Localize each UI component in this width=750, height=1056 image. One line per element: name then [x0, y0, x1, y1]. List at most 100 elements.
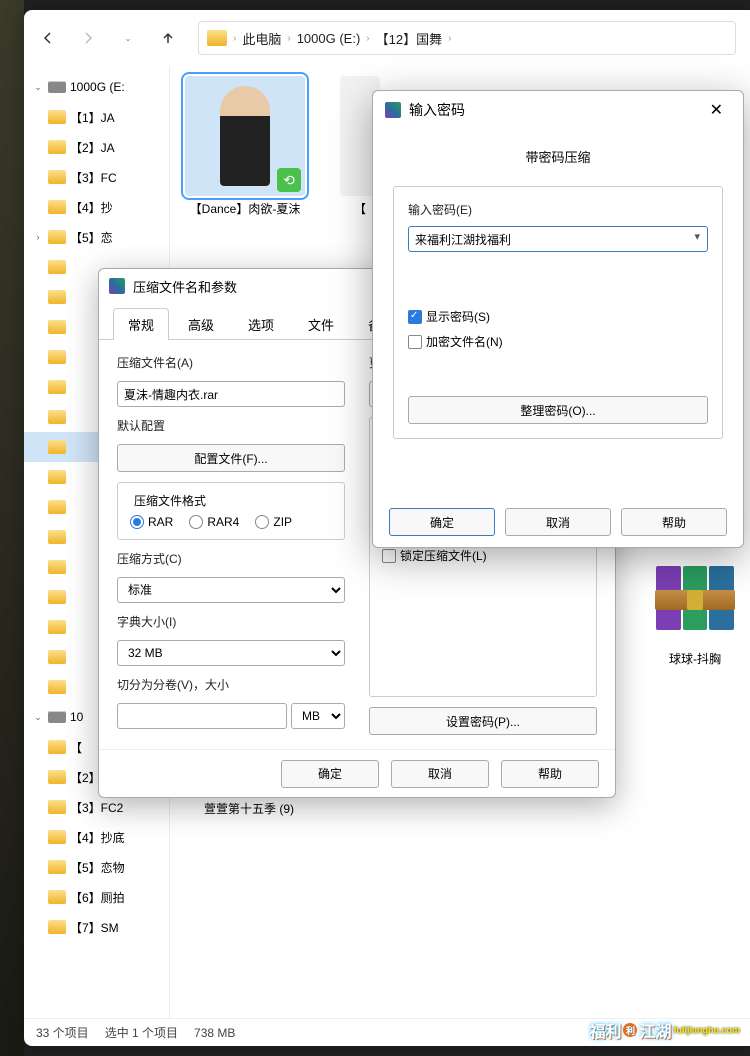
file-item[interactable]: ⟲ 【Dance】肉欲-夏沫 — [180, 76, 310, 217]
split-size-input[interactable] — [117, 703, 287, 729]
folder-icon — [48, 260, 66, 274]
forward-button[interactable] — [78, 28, 98, 48]
ok-button[interactable]: 确定 — [281, 760, 379, 788]
breadcrumb-segment[interactable]: 【12】国舞 — [376, 29, 442, 48]
compression-label: 压缩方式(C) — [117, 550, 345, 567]
rar-icon — [655, 566, 735, 646]
tree-folder[interactable]: 【6】厕拍 — [24, 882, 169, 912]
folder-icon — [48, 590, 66, 604]
format-label: 压缩文件格式 — [130, 492, 210, 509]
winrar-icon — [385, 102, 401, 118]
folder-icon — [48, 290, 66, 304]
dialog-title: 压缩文件名和参数 — [133, 277, 237, 296]
tree-folder[interactable]: 【4】抄底 — [24, 822, 169, 852]
tab-general[interactable]: 常规 — [113, 308, 169, 340]
dictionary-select[interactable]: 32 MB — [117, 640, 345, 666]
organize-passwords-button[interactable]: 整理密码(O)... — [408, 396, 708, 424]
profile-button[interactable]: 配置文件(F)... — [117, 444, 345, 472]
help-button[interactable]: 帮助 — [621, 508, 727, 536]
password-label: 输入密码(E) — [408, 201, 708, 218]
tree-drive-root[interactable]: ⌄1000G (E: — [24, 72, 169, 102]
toolbar: ⌄ › 此电脑 › 1000G (E:) › 【12】国舞 › — [24, 10, 750, 66]
folder-icon — [48, 170, 66, 184]
file-label: 【 — [354, 200, 366, 217]
cancel-button[interactable]: 取消 — [391, 760, 489, 788]
folder-icon — [48, 110, 66, 124]
drive-icon — [48, 711, 66, 723]
folder-icon — [48, 500, 66, 514]
tree-folder[interactable]: 【3】FC — [24, 162, 169, 192]
format-rar4-radio[interactable]: RAR4 — [189, 515, 239, 529]
dictionary-label: 字典大小(I) — [117, 613, 345, 630]
split-unit-select[interactable]: MB — [291, 703, 345, 729]
tree-folder[interactable]: 【4】抄 — [24, 192, 169, 222]
help-button[interactable]: 帮助 — [501, 760, 599, 788]
show-password-checkbox[interactable]: 显示密码(S) — [408, 308, 708, 325]
compression-select[interactable]: 标准 — [117, 577, 345, 603]
folder-icon — [48, 530, 66, 544]
archive-name-label: 压缩文件名(A) — [117, 354, 345, 371]
password-input[interactable] — [408, 226, 708, 252]
breadcrumb-segment[interactable]: 此电脑 — [242, 29, 281, 48]
folder-icon — [48, 890, 66, 904]
folder-icon — [48, 770, 66, 784]
folder-icon — [207, 30, 227, 46]
split-label: 切分为分卷(V)，大小 — [117, 676, 345, 693]
chevron-right-icon: › — [233, 33, 236, 44]
opt-lock-checkbox[interactable]: 锁定压缩文件(L) — [382, 547, 584, 564]
chevron-right-icon: › — [448, 33, 451, 44]
dialog-titlebar[interactable]: 输入密码 ✕ — [373, 91, 743, 129]
close-button[interactable]: ✕ — [702, 96, 731, 124]
recent-dropdown[interactable]: ⌄ — [118, 28, 138, 48]
folder-icon — [48, 830, 66, 844]
status-item-count: 33 个项目 — [36, 1024, 89, 1041]
file-thumbnail: ⟲ — [185, 76, 305, 196]
tab-advanced[interactable]: 高级 — [173, 308, 229, 340]
folder-icon — [48, 320, 66, 334]
cancel-button[interactable]: 取消 — [505, 508, 611, 536]
set-password-button[interactable]: 设置密码(P)... — [369, 707, 597, 735]
file-label: 【Dance】肉欲-夏沫 — [190, 200, 301, 217]
folder-icon — [48, 440, 66, 454]
tree-folder[interactable]: 【1】JA — [24, 102, 169, 132]
folder-icon — [48, 860, 66, 874]
tab-options[interactable]: 选项 — [233, 308, 289, 340]
winrar-icon — [109, 278, 125, 294]
encrypt-names-checkbox[interactable]: 加密文件名(N) — [408, 333, 708, 350]
folder-icon — [48, 230, 66, 244]
file-label: 萱萱第十五季 (9) — [204, 800, 294, 817]
archive-name-input[interactable] — [117, 381, 345, 407]
ok-button[interactable]: 确定 — [389, 508, 495, 536]
tab-files[interactable]: 文件 — [293, 308, 349, 340]
tree-folder[interactable]: 【7】SM — [24, 912, 169, 942]
folder-icon — [48, 140, 66, 154]
folder-icon — [48, 620, 66, 634]
password-dialog: 输入密码 ✕ 带密码压缩 输入密码(E) 显示密码(S) 加密文件名(N) 整理… — [372, 90, 744, 548]
default-profile-label: 默认配置 — [117, 417, 345, 434]
status-selected-size: 738 MB — [194, 1026, 235, 1040]
up-button[interactable] — [158, 28, 178, 48]
folder-icon — [48, 560, 66, 574]
file-label: 球球-抖胸 — [669, 650, 721, 667]
folder-icon — [48, 920, 66, 934]
chevron-right-icon: › — [287, 33, 290, 44]
folder-icon — [48, 380, 66, 394]
folder-icon — [48, 740, 66, 754]
dialog-title: 输入密码 — [409, 100, 465, 120]
tree-folder[interactable]: 【5】恋物 — [24, 852, 169, 882]
breadcrumb[interactable]: › 此电脑 › 1000G (E:) › 【12】国舞 › — [198, 21, 736, 55]
format-rar-radio[interactable]: RAR — [130, 515, 173, 529]
folder-icon — [48, 650, 66, 664]
archive-badge-icon: ⟲ — [277, 168, 301, 192]
tree-folder[interactable]: ›【5】恋 — [24, 222, 169, 252]
dialog-subtitle: 带密码压缩 — [393, 147, 723, 166]
folder-icon — [48, 350, 66, 364]
back-button[interactable] — [38, 28, 58, 48]
tree-folder[interactable]: 【2】JA — [24, 132, 169, 162]
folder-icon — [48, 800, 66, 814]
watermark: 福利利江湖 fulijianghu.com — [589, 1018, 740, 1042]
format-zip-radio[interactable]: ZIP — [255, 515, 292, 529]
breadcrumb-segment[interactable]: 1000G (E:) — [297, 31, 361, 46]
file-item[interactable]: 球球-抖胸 — [630, 566, 750, 667]
folder-icon — [48, 470, 66, 484]
